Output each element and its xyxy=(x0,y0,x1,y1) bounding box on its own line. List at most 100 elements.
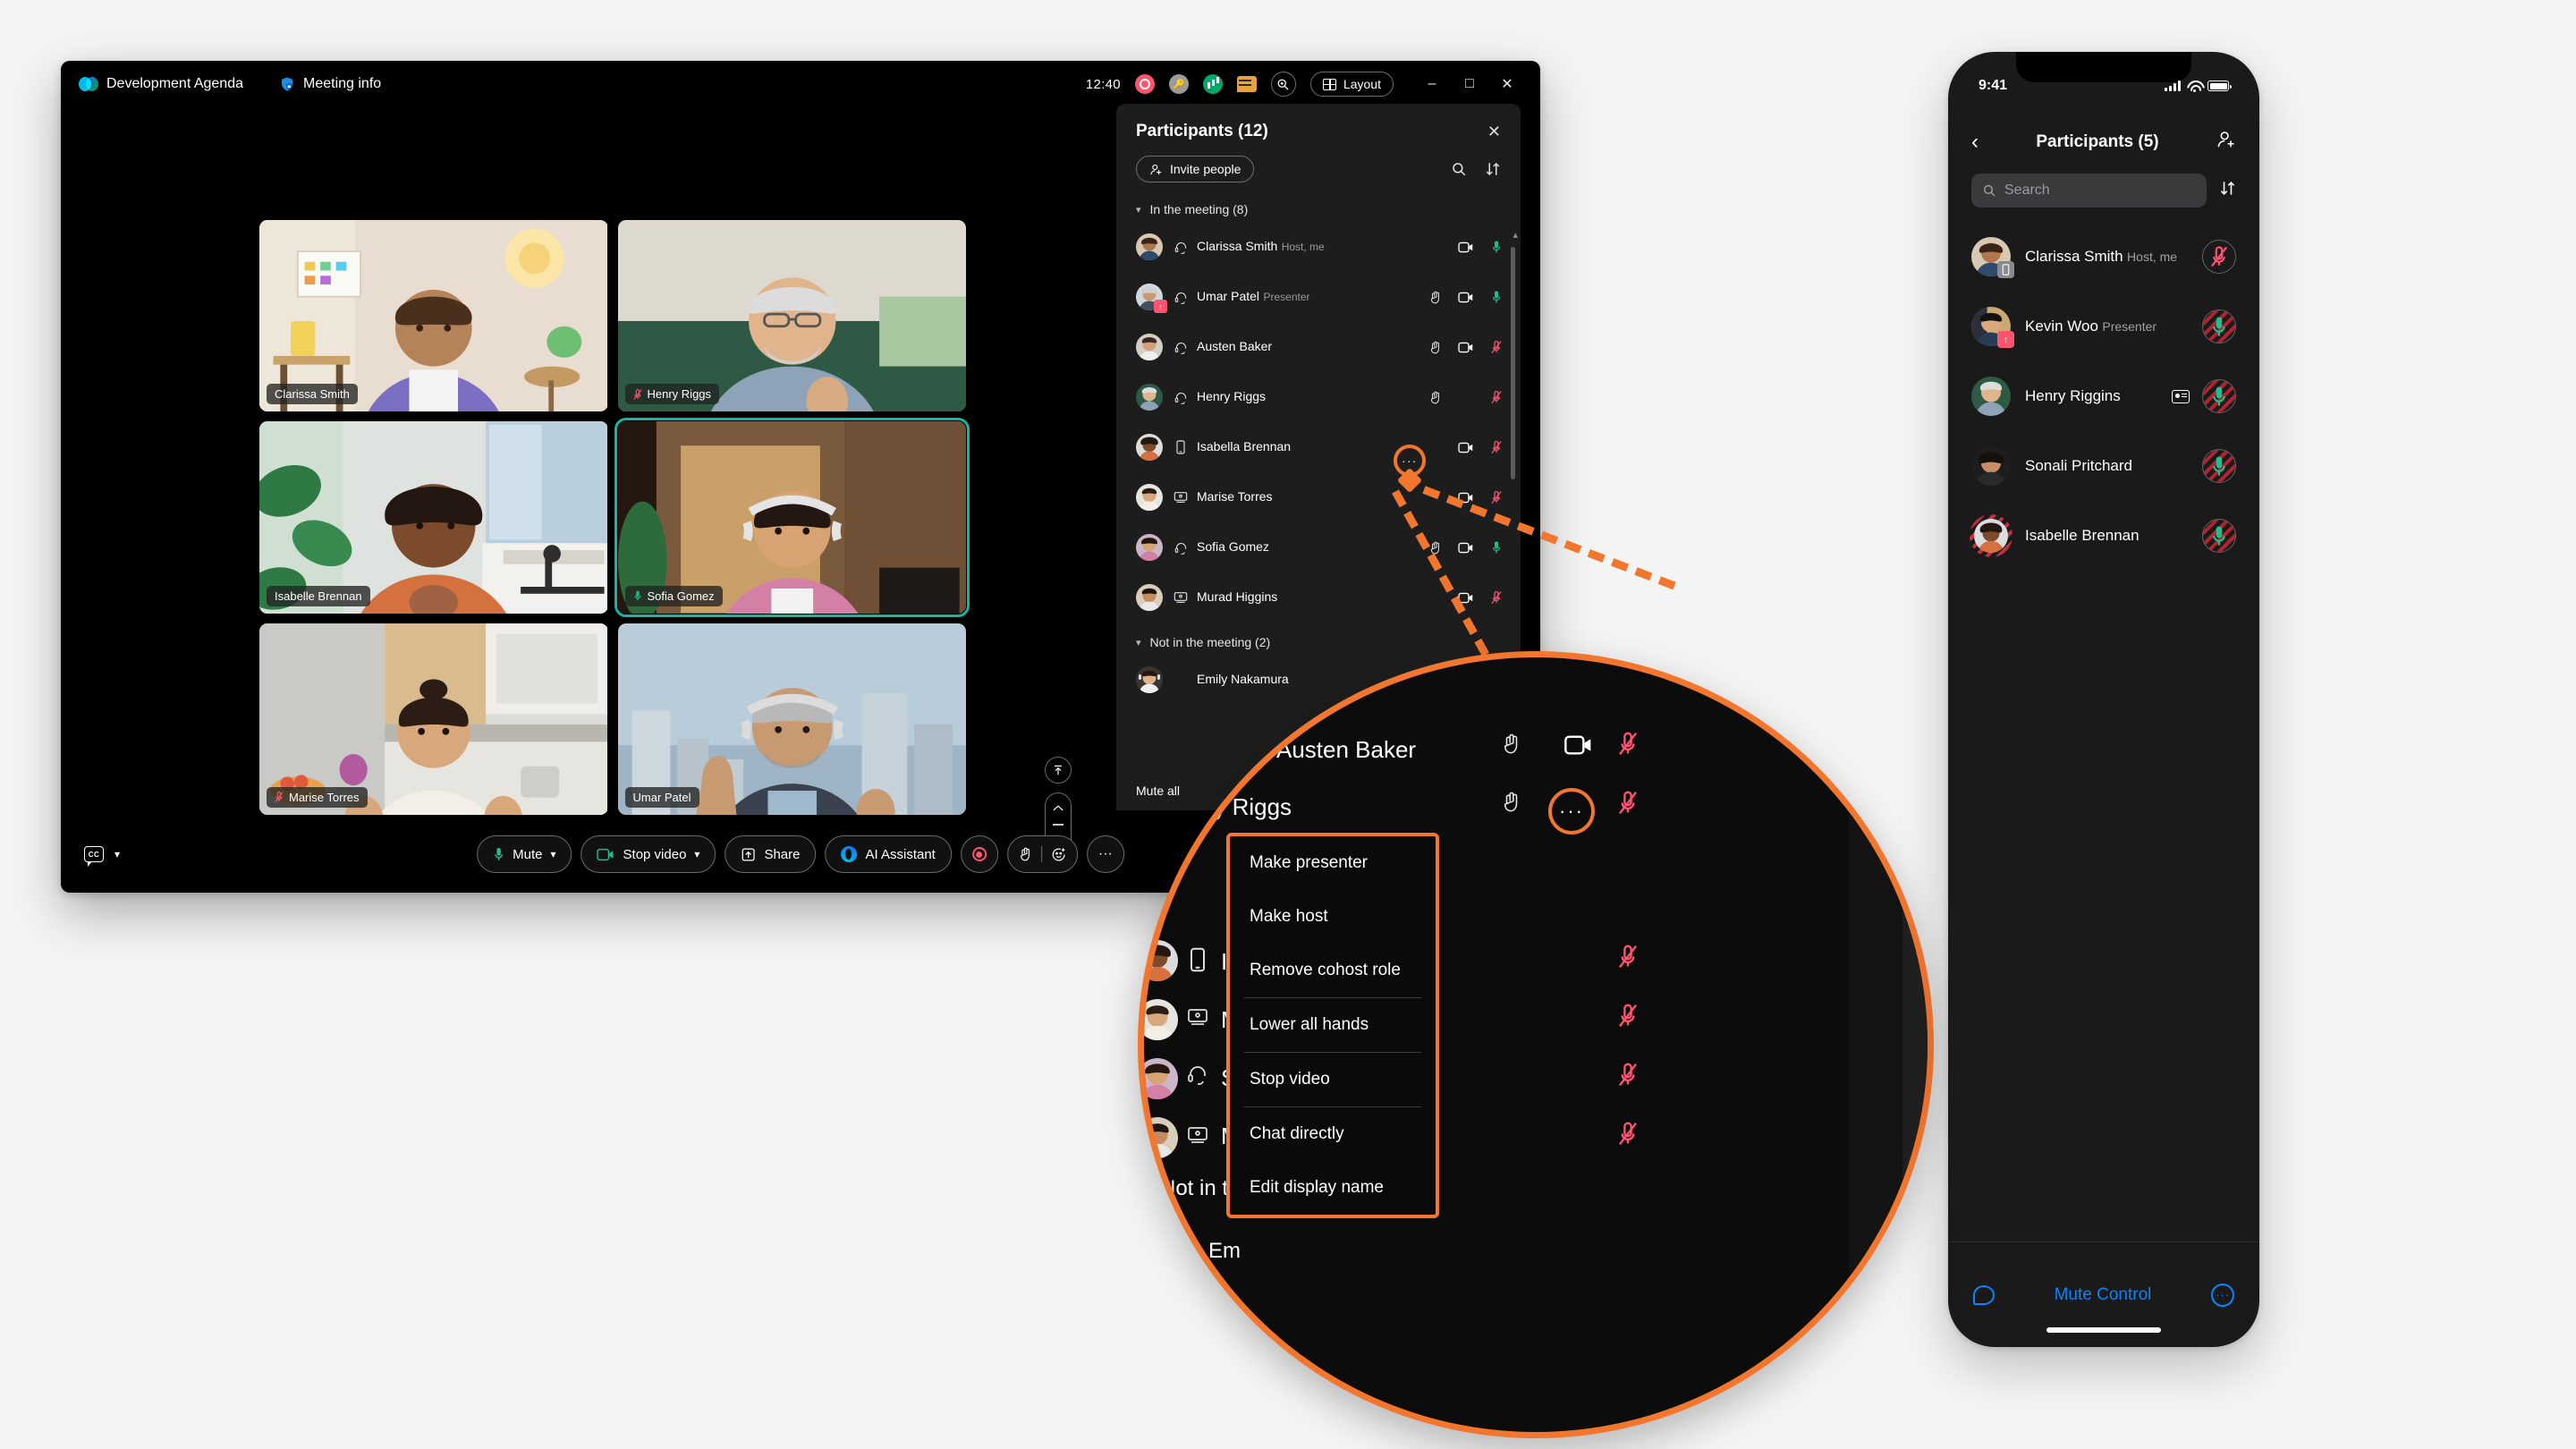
move-to-top-button[interactable] xyxy=(1045,757,1072,784)
mic-on-button[interactable] xyxy=(2202,449,2236,483)
mic-on-icon[interactable] xyxy=(1488,290,1504,304)
video-on-icon[interactable] xyxy=(1458,542,1474,554)
participant-row[interactable]: Sofia Gomez xyxy=(1116,522,1521,572)
mic-muted-icon[interactable] xyxy=(1488,590,1504,605)
mute-control-button[interactable]: Mute Control xyxy=(1995,1285,2211,1305)
maximize-button[interactable]: □ xyxy=(1451,70,1488,98)
menu-item-lower-all-hands[interactable]: Lower all hands xyxy=(1230,998,1436,1052)
participant-name: Austen Baker xyxy=(1197,339,1273,353)
mic-muted-icon[interactable] xyxy=(1618,1003,1638,1033)
stop-video-button[interactable]: Stop video ▾ xyxy=(580,835,716,873)
more-circle-icon[interactable]: ··· xyxy=(2211,1283,2234,1307)
chevron-down-icon[interactable]: ▾ xyxy=(114,848,120,860)
minimize-button[interactable]: – xyxy=(1413,70,1451,98)
video-tile[interactable]: Isabelle Brennan xyxy=(259,421,608,614)
window-titlebar: Development Agenda Meeting info 12:40 🔑 … xyxy=(61,61,1540,107)
mute-button[interactable]: Mute ▾ xyxy=(477,835,572,873)
avatar xyxy=(1144,999,1178,1040)
layout-button[interactable]: Layout xyxy=(1309,72,1394,97)
mic-muted-icon[interactable] xyxy=(1488,340,1504,354)
participant-row-henry-riggs[interactable]: Henry Riggs xyxy=(1116,372,1521,422)
chat-badge-icon[interactable] xyxy=(1236,76,1257,92)
layout-label: Layout xyxy=(1343,77,1381,91)
home-indicator xyxy=(2046,1327,2161,1333)
participant-row[interactable]: ↑ Umar Patel Presenter xyxy=(1116,272,1521,322)
mic-muted-button[interactable] xyxy=(2202,240,2236,274)
mic-muted-icon[interactable] xyxy=(1618,1062,1638,1092)
video-on-icon[interactable] xyxy=(1458,292,1474,303)
close-panel-button[interactable]: ✕ xyxy=(1487,123,1501,141)
tab-label: Development Agenda xyxy=(106,76,243,91)
mic-on-button[interactable] xyxy=(2202,309,2236,343)
invite-people-button[interactable]: Invite people xyxy=(1136,156,1255,182)
video-on-icon[interactable] xyxy=(1458,442,1474,453)
tab-development-agenda[interactable]: Development Agenda xyxy=(79,76,243,92)
zoom-search-icon[interactable] xyxy=(1270,72,1296,97)
video-tile[interactable]: Umar Patel xyxy=(617,623,967,815)
raise-hand-icon[interactable] xyxy=(1019,846,1032,862)
more-options-button[interactable]: ··· xyxy=(1086,835,1124,873)
tab-label: Meeting info xyxy=(303,76,382,91)
video-on-icon[interactable] xyxy=(1564,734,1593,760)
phone-participant-row[interactable]: ↑ Kevin Woo Presenter xyxy=(1948,292,2259,361)
mic-muted-icon[interactable] xyxy=(1618,1121,1638,1151)
video-on-icon[interactable] xyxy=(1458,242,1474,253)
section-not-in-meeting[interactable]: ▾ Not in the meeting (2) xyxy=(1116,623,1521,655)
search-input[interactable]: Search xyxy=(1971,174,2207,208)
mic-muted-icon[interactable] xyxy=(1488,490,1504,504)
mic-on-button[interactable] xyxy=(2202,519,2236,553)
mic-muted-icon[interactable] xyxy=(1618,790,1638,820)
menu-item-remove-cohost-role[interactable]: Remove cohost role xyxy=(1230,944,1436,997)
chevron-down-icon[interactable]: ▾ xyxy=(551,848,556,860)
sort-icon[interactable] xyxy=(2219,180,2236,202)
tab-meeting-info[interactable]: Meeting info xyxy=(279,76,381,92)
section-in-meeting[interactable]: ▾ In the meeting (8) xyxy=(1116,190,1521,222)
mic-on-icon[interactable] xyxy=(1488,240,1504,254)
search-icon[interactable] xyxy=(1451,161,1467,177)
back-button[interactable]: ‹ xyxy=(1971,130,1979,155)
mic-muted-icon[interactable] xyxy=(1488,440,1504,454)
scroll-up-arrow-icon[interactable]: ▴ xyxy=(1513,229,1518,241)
menu-item-edit-display-name[interactable]: Edit display name xyxy=(1230,1161,1436,1215)
recording-badge-icon[interactable] xyxy=(1134,74,1155,94)
phone-participant-row[interactable]: Isabelle Brennan xyxy=(1948,501,2259,571)
menu-item-make-presenter[interactable]: Make presenter xyxy=(1230,836,1436,890)
video-tile[interactable]: Henry Riggs xyxy=(617,220,967,412)
chat-bubble-icon[interactable] xyxy=(1973,1284,1995,1305)
video-tile[interactable]: Clarissa Smith xyxy=(259,220,608,412)
closed-captions-group[interactable]: CC ▾ xyxy=(84,846,120,867)
participant-row[interactable]: Clarissa Smith Host, me xyxy=(1116,222,1521,272)
mic-on-button[interactable] xyxy=(2202,379,2236,413)
video-tile-active-speaker[interactable]: Sofia Gomez xyxy=(614,418,970,617)
participant-row[interactable]: Marise Torres xyxy=(1116,472,1521,522)
sort-icon[interactable] xyxy=(1485,161,1501,177)
menu-item-make-host[interactable]: Make host xyxy=(1230,890,1436,944)
chevron-down-icon[interactable]: ▾ xyxy=(694,848,699,860)
menu-item-stop-video[interactable]: Stop video xyxy=(1230,1053,1436,1106)
network-quality-badge-icon[interactable] xyxy=(1202,74,1223,94)
reactions-group[interactable] xyxy=(1006,835,1078,873)
share-button[interactable]: Share xyxy=(724,835,817,873)
mic-on-icon[interactable] xyxy=(1488,540,1504,555)
participant-row[interactable]: Isabella Brennan xyxy=(1116,422,1521,472)
share-icon xyxy=(741,847,755,861)
magnified-more-options-button[interactable]: ··· xyxy=(1548,788,1595,835)
mic-muted-icon[interactable] xyxy=(1618,731,1638,761)
mic-muted-icon[interactable] xyxy=(1488,390,1504,404)
emoji-reaction-icon[interactable] xyxy=(1051,847,1066,862)
video-on-icon[interactable] xyxy=(1458,342,1474,353)
video-tile[interactable]: Marise Torres xyxy=(259,623,608,815)
key-badge-icon[interactable] xyxy=(1168,74,1189,94)
menu-item-chat-directly[interactable]: Chat directly xyxy=(1230,1107,1436,1161)
participant-row[interactable]: Austen Baker xyxy=(1116,322,1521,372)
phone-participant-row[interactable]: Sonali Pritchard xyxy=(1948,431,2259,501)
mic-muted-icon[interactable] xyxy=(1618,944,1638,974)
contact-card-icon[interactable] xyxy=(2172,389,2190,403)
phone-participant-row[interactable]: Henry Riggins xyxy=(1948,361,2259,431)
phone-participant-row[interactable]: Clarissa Smith Host, me xyxy=(1948,222,2259,292)
close-button[interactable]: ✕ xyxy=(1488,70,1526,98)
add-person-icon[interactable] xyxy=(2216,130,2236,155)
panel-scrollbar[interactable] xyxy=(1511,247,1515,479)
ai-assistant-button[interactable]: AI Assistant xyxy=(825,835,952,873)
record-button[interactable] xyxy=(960,835,998,873)
